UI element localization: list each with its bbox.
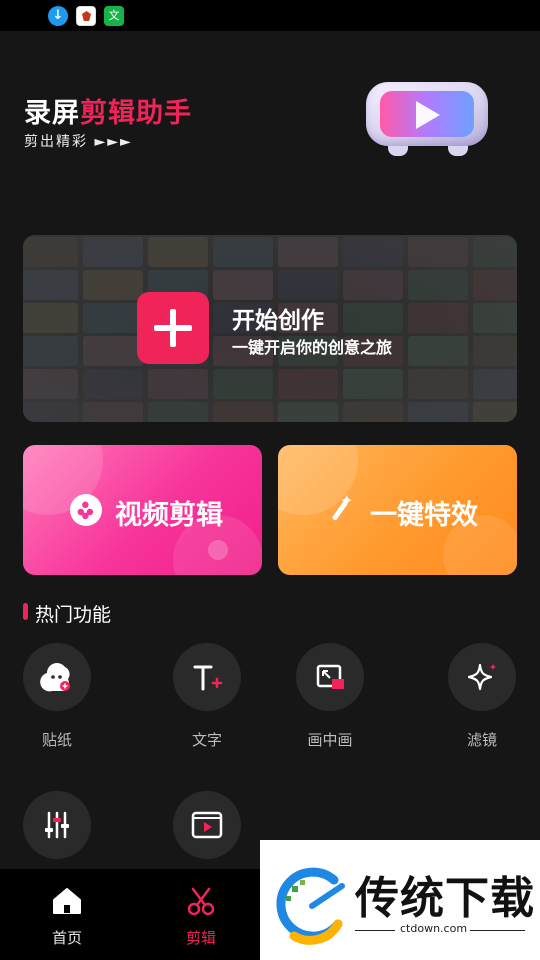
download-notification-icon [48, 6, 68, 26]
feature-filter[interactable]: 滤镜 [437, 643, 527, 750]
text-icon [193, 665, 223, 691]
watermark-url: ctdown.com [400, 922, 468, 935]
watermark-logo-icon [276, 867, 345, 945]
feature-label: 滤镜 [466, 731, 497, 749]
watermark-name: 传统下载 [355, 873, 535, 924]
feature-adjust[interactable] [12, 791, 102, 859]
feature-sticker[interactable]: 贴纸 [12, 643, 102, 750]
scissors-icon [187, 887, 215, 916]
magic-wand-icon [326, 491, 356, 525]
section-marker [23, 603, 28, 620]
feature-label: 文字 [191, 731, 222, 749]
hot-features-title: 热门功能 [35, 604, 112, 626]
feature-pip[interactable]: 画中画 [285, 643, 375, 750]
feature-label: 贴纸 [41, 731, 72, 749]
feature-label: 画中画 [307, 731, 353, 749]
app-logo: 录屏剪辑助手 剪出精彩 ►►► [24, 98, 192, 151]
nav-home[interactable]: 首页 [17, 869, 117, 960]
film-reel-icon [70, 494, 102, 526]
status-bar [0, 0, 540, 31]
adjust-sliders-icon [45, 811, 69, 839]
video-edit-label: 视频剪辑 [115, 500, 223, 531]
effects-card[interactable]: 一键特效 [278, 445, 517, 575]
home-icon [53, 888, 81, 914]
start-creating-banner[interactable]: 开始创作 一键开启你的创意之旅 [23, 235, 517, 422]
app-notification-icon [76, 6, 96, 26]
nav-edit-label: 剪辑 [185, 929, 216, 947]
sticker-icon [40, 663, 70, 692]
hero-title: 开始创作 [232, 308, 324, 334]
tv-play-icon [366, 82, 490, 158]
sparkle-filter-icon [467, 663, 496, 691]
video-edit-card[interactable]: 视频剪辑 [23, 445, 262, 575]
hero-subtitle: 一键开启你的创意之旅 [232, 338, 393, 357]
app-slogan: 剪出精彩 ►►► [24, 134, 133, 150]
plus-icon[interactable] [137, 292, 209, 364]
feature-video-frame[interactable] [162, 791, 252, 859]
nav-home-label: 首页 [51, 929, 82, 947]
watermark-overlay: 传统下载 ctdown.com [260, 840, 540, 960]
nav-edit[interactable]: 剪辑 [151, 869, 251, 960]
app-title: 录屏剪辑助手 [24, 98, 192, 129]
effects-label: 一键特效 [370, 500, 478, 531]
picture-in-picture-icon [316, 664, 344, 689]
green-app-notification-icon [104, 6, 124, 26]
video-frame-icon [191, 811, 223, 839]
feature-text[interactable]: 文字 [162, 643, 252, 750]
